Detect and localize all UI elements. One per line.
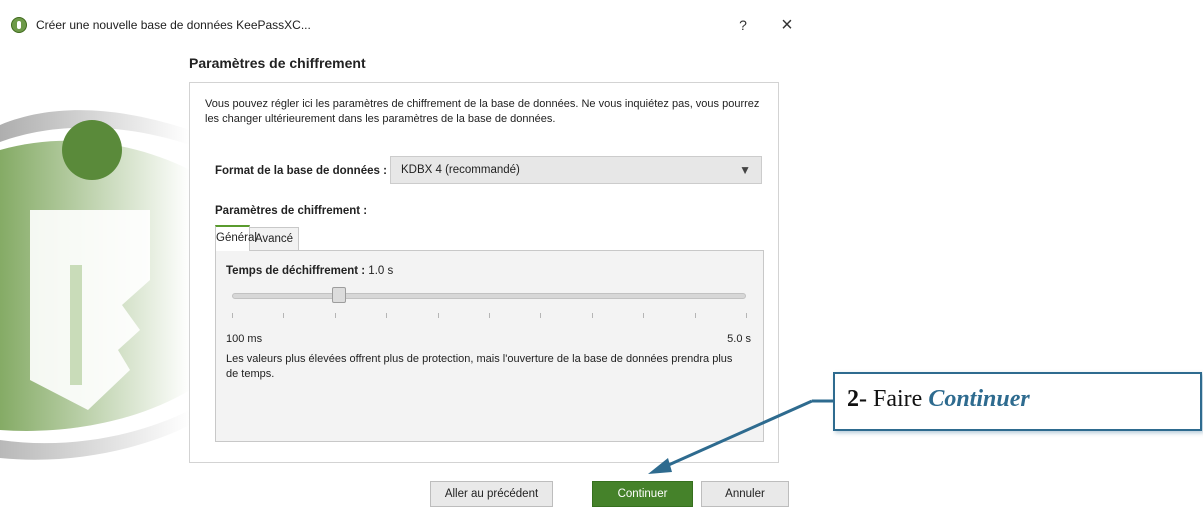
title-bar: Créer une nouvelle base de données KeePa…: [0, 9, 808, 41]
slider-tick: [334, 313, 336, 318]
close-button[interactable]: ×: [776, 14, 798, 36]
slider-tick: [540, 313, 542, 318]
chevron-down-icon: ▼: [739, 163, 751, 177]
intro-text: Vous pouvez régler ici les paramètres de…: [205, 98, 760, 125]
keepassxc-logo-icon: [11, 17, 27, 33]
slider-min-label: 100 ms: [226, 333, 263, 345]
window-title: Créer une nouvelle base de données KeePa…: [36, 18, 311, 32]
slider-tick: [643, 313, 645, 318]
decryption-time-slider-handle[interactable]: [332, 287, 346, 303]
slider-tick: [437, 313, 439, 318]
dialog-window: Créer une nouvelle base de données KeePa…: [0, 0, 808, 507]
annotation-text: 2- Faire Continuer: [847, 386, 1030, 413]
decryption-time-label: Temps de déchiffrement : 1.0 s: [226, 265, 393, 277]
help-button[interactable]: ?: [734, 14, 752, 36]
database-format-select[interactable]: KDBX 4 (recommandé) ▼: [390, 156, 762, 184]
page-title: Paramètres de chiffrement: [189, 55, 366, 71]
content-frame: Vous pouvez régler ici les paramètres de…: [189, 82, 779, 463]
slider-tick: [489, 313, 490, 318]
annotation-callout: 2- Faire Continuer: [833, 372, 1202, 431]
tab-panel-general: Temps de déchiffrement : 1.0 s 100 ms 5.…: [215, 250, 764, 442]
slider-tick: [746, 313, 747, 318]
decryption-time-caption: Temps de déchiffrement :: [226, 265, 366, 277]
decryption-time-value: 1.0 s: [368, 265, 394, 277]
slider-tick: [232, 313, 233, 318]
slider-tick: [591, 313, 593, 318]
decryption-time-help: Les valeurs plus élevées offrent plus de…: [226, 353, 733, 380]
encryption-settings-label: Paramètres de chiffrement :: [215, 205, 368, 217]
slider-tick: [283, 313, 285, 318]
database-format-value: KDBX 4 (recommandé): [401, 164, 520, 176]
tab-general[interactable]: Général: [215, 225, 257, 251]
slider-max-label: 5.0 s: [727, 333, 751, 345]
database-format-label: Format de la base de données :: [215, 165, 387, 177]
decryption-time-slider-track[interactable]: [232, 293, 746, 299]
cancel-button[interactable]: Annuler: [701, 481, 789, 507]
back-button[interactable]: Aller au précédent: [430, 481, 553, 507]
continue-button[interactable]: Continuer: [592, 481, 693, 507]
annotation-emphasis: Continuer: [928, 386, 1030, 412]
slider-tick: [386, 313, 388, 318]
slider-tick: [694, 313, 696, 318]
annotation-step: 2-: [847, 386, 867, 412]
keepassxc-watermark-icon: [0, 110, 190, 460]
annotation-action: Faire: [873, 386, 923, 412]
